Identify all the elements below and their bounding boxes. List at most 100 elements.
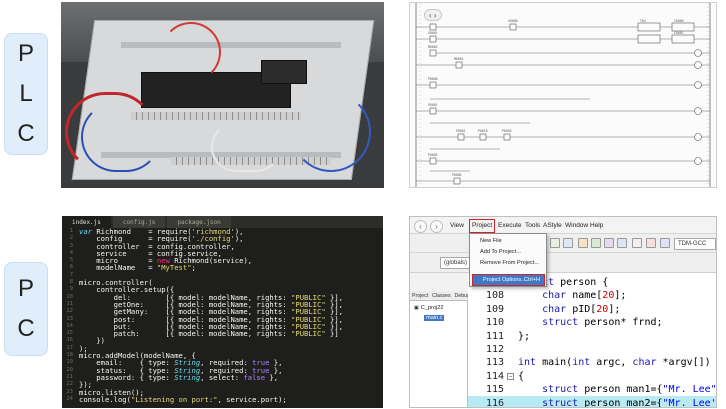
ide-code-editor[interactable]: 107−struct person {108 char name[20];109… — [468, 273, 716, 407]
menu-window[interactable]: Window — [565, 222, 588, 229]
code-token: String — [174, 372, 201, 382]
code-token: ]; — [608, 303, 621, 315]
line-number: 3 — [69, 242, 73, 249]
code-line: 6 modelName = "MyTest"; — [62, 263, 383, 273]
project-menu-dropdown: New File Add To Project... Remove From P… — [469, 233, 547, 287]
svg-text:P0000: P0000 — [428, 77, 438, 81]
code-line: 15 patch: [{ model: modelName, rights: "… — [62, 329, 383, 339]
svg-text:T04: T04 — [640, 19, 646, 23]
code-token: main( — [542, 357, 573, 369]
menu-help[interactable]: Help — [590, 222, 603, 229]
code-token: 20 — [596, 303, 609, 315]
code-token: = — [148, 263, 157, 273]
tab-project[interactable]: Project — [412, 293, 428, 300]
svg-text:M0002: M0002 — [428, 45, 438, 49]
menu-item-new-file[interactable]: New File — [480, 238, 502, 244]
code-token: patch: [{ model: modelName, rights: — [79, 329, 292, 339]
svg-text:X0000: X0000 — [508, 19, 518, 23]
folder-icon: ▣ — [414, 305, 419, 311]
plc-letter-c: C — [17, 120, 35, 147]
pc-label: P C — [4, 262, 48, 356]
project-pane-tabs: Project Classes Debug — [410, 291, 470, 301]
code-token: pID[ — [572, 303, 597, 315]
line-number: 19 — [66, 359, 73, 366]
menu-item-remove-from-project[interactable]: Remove From Project... — [480, 260, 539, 266]
code-token: char — [632, 357, 663, 369]
code-token: "Mr. Lee's Friend" — [662, 397, 717, 408]
line-number: 116 — [485, 397, 504, 408]
code-token: struct — [518, 317, 585, 329]
ide-toolbar: TDM-GCC — [410, 234, 716, 253]
toolbar-button-icon[interactable] — [550, 238, 560, 248]
code-token: person man2={ — [584, 397, 663, 408]
close-icon[interactable] — [646, 238, 656, 248]
plc-label: P L C — [4, 33, 48, 155]
code-line: 24 console.log("Listening on port:", serv… — [62, 394, 383, 404]
code-token: ; — [191, 263, 196, 273]
code-token: person man1={ — [584, 384, 663, 396]
editor-line: 116 struct person man2={"Mr. Lee's Frien… — [468, 395, 717, 408]
line-number: 22 — [66, 381, 73, 388]
menu-item-shortcut: Ctrl+H — [523, 277, 540, 283]
code-editor-screenshot: index.js config.js package.json 1 var Ric… — [62, 216, 383, 408]
toolbar-button-icon[interactable] — [617, 238, 627, 248]
code-token: false — [243, 372, 266, 382]
svg-text:P0006: P0006 — [452, 173, 462, 177]
code-token: }, — [265, 372, 279, 382]
menu-tools[interactable]: Tools — [525, 222, 540, 229]
toolbar-button-icon[interactable] — [591, 238, 601, 248]
code-body[interactable]: 1 var Richmond = require('richmond'), 2 co… — [62, 228, 383, 408]
menu-view[interactable]: View — [450, 222, 464, 229]
menu-item-project-options[interactable]: Project Options... Ctrl+H — [472, 274, 545, 286]
svg-text:P0005: P0005 — [428, 153, 438, 157]
line-number: 12 — [66, 308, 73, 315]
tree-root-project[interactable]: ▣ C_proj22 — [414, 305, 443, 311]
menu-execute[interactable]: Execute — [498, 222, 522, 229]
code-token: int — [572, 357, 597, 369]
code-token: char — [518, 303, 573, 315]
code-token: char — [518, 290, 573, 302]
ladder-diagram: X0000 T04 C0000 X0001 C0001 M0002 M0001 … — [409, 2, 717, 188]
code-token: , service.port); — [217, 394, 287, 404]
code-token: "MyTest" — [156, 263, 192, 273]
tab-classes[interactable]: Classes — [432, 293, 450, 300]
line-number: 17 — [66, 344, 73, 351]
ide-toolbar-secondary: (globals) — [410, 253, 716, 273]
ladder-nav-arrows-icon[interactable]: ‹ › — [424, 9, 442, 21]
svg-text:P0003: P0003 — [502, 129, 512, 133]
check-icon[interactable] — [632, 238, 642, 248]
code-token: }] — [325, 329, 339, 339]
toolbar-button-icon[interactable] — [563, 238, 573, 248]
toolbar-button-icon[interactable] — [604, 238, 614, 248]
back-arrow-icon[interactable]: ‹ — [414, 220, 427, 233]
toolbar-button-icon[interactable] — [660, 238, 670, 248]
line-number: 4 — [69, 249, 73, 256]
svg-text:P0001: P0001 — [428, 103, 438, 107]
code-token: int — [518, 357, 543, 369]
code-token: }; — [518, 330, 531, 342]
line-number: 15 — [66, 330, 73, 337]
menu-astyle[interactable]: AStyle — [543, 222, 562, 229]
code-token: modelName — [79, 263, 149, 273]
code-token: argc, — [596, 357, 633, 369]
line-number: 18 — [66, 352, 73, 359]
line-number: 20 — [66, 366, 73, 373]
fold-toggle-icon[interactable]: − — [507, 372, 514, 380]
line-number: 24 — [66, 395, 73, 402]
plc-letter-p: P — [17, 40, 34, 67]
code-line: 16 }) — [62, 337, 383, 345]
toolbar-button-icon[interactable] — [578, 238, 588, 248]
tree-file-main-c[interactable]: main.c — [424, 315, 445, 321]
code-token: { — [518, 370, 525, 382]
compiler-select[interactable]: TDM-GCC — [674, 238, 716, 250]
line-number: 5 — [69, 257, 73, 264]
code-token: "Mr. Lee" — [662, 384, 717, 396]
line-number: 9 — [69, 286, 73, 293]
menu-item-add-to-project[interactable]: Add To Project... — [480, 249, 521, 255]
code-token: console.log( — [79, 394, 131, 404]
code-token: "PUBLIC" — [291, 329, 326, 339]
line-number: 16 — [66, 337, 73, 344]
forward-arrow-icon[interactable]: › — [430, 220, 443, 233]
line-number: 23 — [66, 388, 73, 395]
line-number: 21 — [66, 373, 73, 380]
